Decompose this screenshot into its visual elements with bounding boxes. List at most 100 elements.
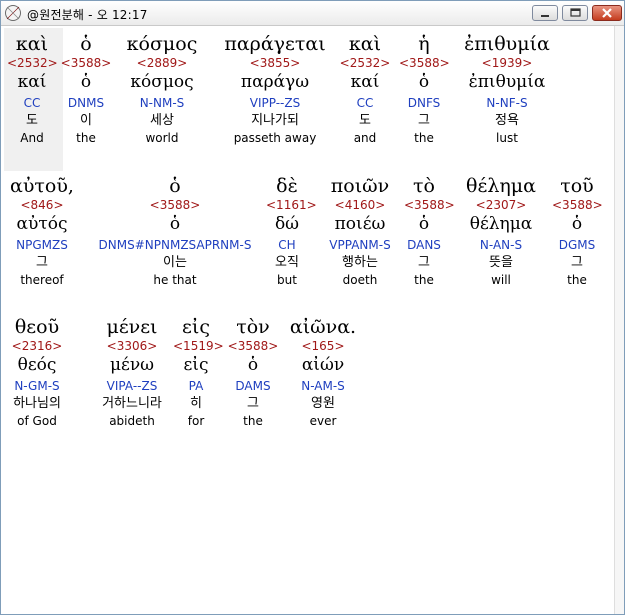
interlinear-view[interactable]: καὶ <2532> καί CC 도 And ὁ <3588> ὁ DNMS 이 the κόσμος… [2,26,614,611]
word-column[interactable]: καὶ <2532> καί CC 도 And [7,30,58,148]
strong-number: <2532> [7,56,58,70]
morph-code: N-AN-S [479,238,523,252]
window-title: @원전분해 - 오 12:17 [27,8,148,22]
morph-code: DNMS [67,96,105,110]
lemma: κόσμος [130,72,194,92]
word-column[interactable]: θεοῦ <2316> θεός N-GM-S 하나님의 of God [7,313,67,431]
morph-code: DGMS [558,238,596,252]
strong-number: <2532> [339,56,391,70]
greek-word: καὶ [15,33,49,55]
word-column[interactable]: παράγεται <3855> παράγω VIPP--ZS 지나가되 passeth… [215,30,335,148]
word-column[interactable]: εἰς <1519> εἰς PA 히 for [173,313,224,431]
maximize-button[interactable] [562,5,588,21]
lemma: μένω [109,355,155,375]
morph-code: N-AM-S [301,379,345,393]
word-column[interactable]: μένει <3306> μένω VIPA--ZS 거하느니라 abideth [87,313,177,431]
word-column[interactable]: τὸ <3588> ὁ DANS 그 the [404,172,455,290]
close-icon [602,8,612,18]
english-gloss: And [20,131,44,145]
korean-gloss: 행하는 [342,255,378,270]
strong-number: <165> [301,339,345,353]
word-column[interactable]: ὁ <3588> ὁ DNMS 이 the [58,30,114,148]
greek-word: παράγεται [224,33,326,55]
korean-gloss: 그 [247,396,259,411]
korean-gloss: 이는 [163,255,187,270]
word-column[interactable]: δὲ <1161> δώ CH 오직 but [266,172,317,290]
strong-number: <1939> [481,56,533,70]
english-gloss: of God [17,414,57,428]
korean-gloss: 그 [571,255,583,270]
compass-icon[interactable] [4,4,22,22]
word-column[interactable]: αἰῶνα. <165> αἰών N-AM-S 영원 ever [285,313,361,431]
morph-code: DANS [407,238,441,252]
morph-code: PA [188,379,204,393]
morph-code: N-NF-S [486,96,528,110]
strong-number: <2316> [11,339,63,353]
word-column[interactable]: αὐτοῦ, <846> αὐτός NPGMZS 그 thereof [7,172,77,290]
verse-line-row: αὐτοῦ, <846> αὐτός NPGMZS 그 thereof ὁ <3588> ὁ DN… [2,172,614,302]
morph-code: N-NM-S [139,96,185,110]
lemma: ποιέω [334,214,386,234]
greek-word: εἰς [182,316,210,338]
word-column[interactable]: καὶ <2532> καί CC 도 and [339,30,391,148]
english-gloss: and [353,131,377,145]
app-window: @원전분해 - 오 12:17 καὶ <2532> καί CC 도 And ὁ <3588… [0,0,625,615]
lemma: ὁ [418,72,430,92]
morph-code: N-GM-S [14,379,60,393]
strong-number: <3588> [404,198,455,212]
word-column[interactable]: ἐπιθυμία <1939> ἐπιθυμία N-NF-S 정욕 lust [454,30,560,148]
word-column[interactable]: τὸν <3588> ὁ DAMS 그 the [227,313,279,431]
korean-gloss: 오직 [275,255,299,270]
korean-gloss: 그 [418,255,430,270]
morph-code: CC [23,96,41,110]
lemma: ὁ [80,72,92,92]
greek-word: ὁ [80,33,92,55]
strong-number: <3588> [149,198,201,212]
korean-gloss: 영원 [311,396,335,411]
korean-gloss: 그 [418,113,430,128]
strong-number: <2889> [136,56,188,70]
title-bar[interactable]: @원전분해 - 오 12:17 [1,1,624,26]
word-column[interactable]: θέλημα <2307> θέλημα N-AN-S 뜻을 will [456,172,546,290]
lemma: ὁ [169,214,181,234]
english-gloss: ever [309,414,337,428]
lemma: θεός [17,355,57,375]
greek-word: τὸν [236,316,270,338]
word-column[interactable]: τοῦ <3588> ὁ DGMS 그 the [552,172,603,290]
lemma: ὁ [571,214,583,234]
word-column[interactable]: κόσμος <2889> κόσμος N-NM-S 세상 world [117,30,207,148]
strong-number: <846> [20,198,64,212]
lemma: ὁ [247,355,259,375]
lemma: ἐπιθυμία [468,72,546,92]
word-column[interactable]: ποιῶν <4160> ποιέω VPPANM-S 행하는 doeth [320,172,400,290]
greek-word: ἡ [418,33,430,55]
minimize-icon [541,15,549,17]
greek-word: θέλημα [466,175,536,197]
korean-gloss: 도 [359,113,371,128]
english-gloss: for [187,414,205,428]
minimize-button[interactable] [532,5,558,21]
lemma: θέλημα [469,214,533,234]
morph-code: NPGMZS [16,238,68,252]
english-gloss: the [243,414,263,428]
lemma: καί [17,72,47,92]
word-column[interactable]: ἡ <3588> ὁ DNFS 그 the [399,30,450,148]
vertical-scrollbar[interactable] [614,26,624,614]
korean-gloss: 도 [26,113,38,128]
close-button[interactable] [592,5,622,21]
strong-number: <3306> [106,339,158,353]
korean-gloss: 정욕 [495,113,519,128]
morph-code: DNFS [407,96,441,110]
greek-word: καὶ [348,33,382,55]
english-gloss: the [76,131,96,145]
greek-word: ὁ [169,175,181,197]
greek-word: αὐτοῦ, [10,175,74,197]
english-gloss: lust [496,131,518,145]
morph-code: CC [356,96,374,110]
strong-number: <3588> [60,56,112,70]
word-column[interactable]: ὁ <3588> ὁ DNMS#NPNMZSAPRNM-S 이는 he that [90,172,260,290]
verse-line-row: θεοῦ <2316> θεός N-GM-S 하나님의 of God μένει <3306… [2,313,614,443]
greek-word: μένει [106,316,158,338]
strong-number: <1161> [266,198,317,212]
strong-number: <1519> [173,339,224,353]
